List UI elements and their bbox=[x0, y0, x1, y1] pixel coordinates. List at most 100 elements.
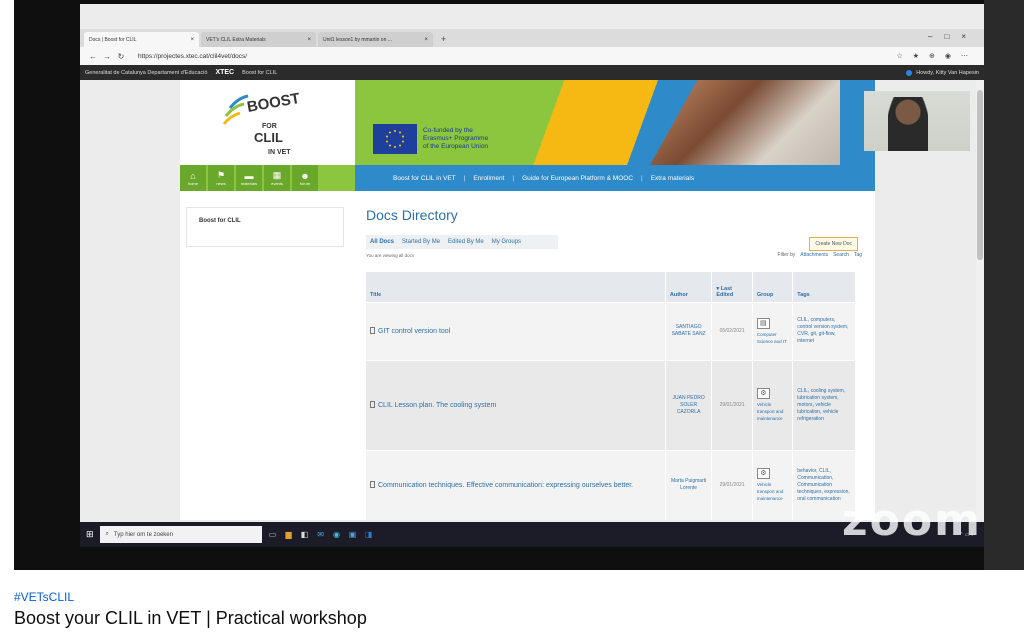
gencat-logo[interactable]: Generalitat de Catalunya Departament d'E… bbox=[85, 70, 207, 76]
col-title[interactable]: Title bbox=[366, 272, 666, 302]
nav-forum[interactable]: ☻ forum bbox=[292, 165, 318, 191]
video-player[interactable]: Docs | Boost for CLIL × VET's CLIL Extra … bbox=[14, 0, 1024, 570]
group-avatar-icon: ▤ bbox=[756, 317, 770, 329]
scrollbar-thumb[interactable] bbox=[977, 90, 983, 260]
doc-title[interactable]: Communication techniques. Effective comm… bbox=[378, 482, 633, 489]
browser-tab-unit[interactable]: Unit1 lesson1 by mmartin on ... × bbox=[318, 32, 433, 47]
sidebar-title: Boost for CLIL bbox=[199, 218, 241, 224]
doc-group-cell[interactable]: ⚙ Vehicle transport and maintenance bbox=[752, 359, 794, 450]
doc-title[interactable]: CLIL Lesson plan. The cooling system bbox=[378, 402, 496, 409]
logo-boost: BOOST bbox=[246, 90, 301, 116]
logo-invet: IN VET bbox=[268, 149, 291, 156]
nav-link-guide[interactable]: Guide for European Platform & MOOC bbox=[522, 175, 633, 182]
create-new-doc-button[interactable]: Create New Doc bbox=[809, 237, 858, 251]
close-icon[interactable]: × bbox=[190, 37, 194, 43]
nav-news[interactable]: ⚑ news bbox=[208, 165, 234, 191]
nav-link-boost[interactable]: Boost for CLIL in VET bbox=[393, 175, 456, 182]
doc-author[interactable]: Marta Puigmarti Lorente bbox=[665, 449, 713, 520]
outlook-icon[interactable]: ◨ bbox=[364, 530, 374, 540]
icon-nav: ⌂ home ⚑ news ▬ materials ▦ events ☻ forum bbox=[180, 165, 355, 191]
edge-icon[interactable]: ◉ bbox=[332, 530, 342, 540]
tab-started-by-me[interactable]: Started By Me bbox=[402, 239, 440, 245]
filter-tag[interactable]: Tag bbox=[854, 252, 862, 258]
home-icon: ⌂ bbox=[190, 170, 196, 181]
menu-bar: ⌂ home ⚑ news ▬ materials ▦ events ☻ forum Bo… bbox=[180, 165, 875, 191]
window-controls[interactable]: –□× bbox=[928, 32, 978, 41]
file-explorer-icon[interactable]: ▆ bbox=[284, 530, 294, 540]
nav-link-enrollment[interactable]: Enrollment bbox=[473, 175, 504, 182]
page-scrollbar[interactable] bbox=[976, 80, 984, 520]
browser-tab-extra[interactable]: VET's CLIL Extra Materials × bbox=[201, 32, 316, 47]
close-icon[interactable]: × bbox=[307, 37, 311, 43]
doc-group[interactable]: Vehicle transport and maintenance bbox=[757, 482, 784, 501]
filter-attachments[interactable]: Attachments bbox=[800, 252, 828, 258]
filter-search[interactable]: Search bbox=[833, 252, 849, 258]
boost-clil-logo[interactable]: BOOST FOR CLIL IN VET bbox=[208, 88, 318, 163]
xtec-logo[interactable]: XTEC bbox=[215, 69, 234, 76]
new-tab-button[interactable]: + bbox=[435, 32, 452, 47]
forum-icon: ☻ bbox=[300, 170, 310, 181]
reload-icon[interactable]: ↻ bbox=[114, 52, 128, 61]
nav-home[interactable]: ⌂ home bbox=[180, 165, 206, 191]
news-icon: ⚑ bbox=[216, 170, 226, 180]
doc-title[interactable]: GIT control version tool bbox=[378, 328, 450, 335]
doc-author[interactable]: SANTIAGO SABATE SANZ bbox=[665, 301, 713, 360]
sidebar-widget: Boost for CLIL bbox=[186, 207, 344, 247]
col-group[interactable]: Group bbox=[752, 272, 794, 302]
nav-label: home bbox=[187, 180, 198, 186]
group-avatar-icon: ⚙ bbox=[756, 388, 770, 399]
document-icon bbox=[370, 401, 375, 408]
eu-flag-icon bbox=[373, 124, 417, 154]
user-menu[interactable]: Howdy, Kitty Van Hapesin bbox=[906, 69, 979, 76]
doc-title-cell[interactable]: CLIL Lesson plan. The cooling system bbox=[366, 359, 666, 450]
doc-title-cell[interactable]: Communication techniques. Effective comm… bbox=[366, 449, 666, 520]
nav-events[interactable]: ▦ events bbox=[264, 165, 290, 191]
back-icon[interactable]: ← bbox=[86, 52, 100, 61]
howdy-text: Howdy, Kitty Van Hapesin bbox=[916, 69, 979, 76]
nav-label: events bbox=[271, 181, 283, 186]
document-icon bbox=[370, 327, 375, 334]
taskbar-search[interactable]: ⌕ Typ hier om te zoeken bbox=[99, 526, 262, 543]
search-placeholder: Typ hier om te zoeken bbox=[113, 531, 173, 538]
doc-group[interactable]: Computer Science and IT bbox=[757, 332, 787, 344]
docs-subnav: All Docs Started By Me Edited By Me My G… bbox=[366, 235, 558, 249]
tab-my-groups[interactable]: My Groups bbox=[492, 239, 521, 245]
tab-label: Docs | Boost for CLIL bbox=[89, 36, 137, 43]
calendar-icon[interactable]: ▣ bbox=[348, 530, 358, 540]
tab-all-docs[interactable]: All Docs bbox=[370, 239, 394, 245]
doc-group-cell[interactable]: ▤ Computer Science and IT bbox=[752, 301, 794, 360]
logo-for: FOR bbox=[262, 123, 277, 130]
hashtag-link[interactable]: #VETsCLIL bbox=[14, 590, 367, 604]
doc-date: 29/01/2021 bbox=[711, 449, 753, 520]
video-title: Boost your CLIL in VET | Practical works… bbox=[14, 608, 367, 628]
nav-link-extra[interactable]: Extra materials bbox=[651, 175, 694, 182]
col-tags[interactable]: Tags bbox=[792, 272, 856, 302]
eu-line: Co-funded by the bbox=[423, 127, 473, 134]
browser-tabbar: Docs | Boost for CLIL × VET's CLIL Extra … bbox=[80, 29, 984, 47]
doc-author[interactable]: JUAN PEDRO SOLER CAZORLA bbox=[665, 359, 713, 450]
address-bar: ← → ↻ https://projectes.xtec.cat/clil4ve… bbox=[80, 47, 984, 65]
doc-group[interactable]: Vehicle transport and maintenance bbox=[757, 402, 784, 421]
nav-materials[interactable]: ▬ materials bbox=[236, 165, 262, 191]
browser-tools-icons[interactable]: ☆★⊕◉⋯ bbox=[896, 52, 978, 60]
store-icon[interactable]: ◧ bbox=[300, 530, 310, 540]
banner-right: Co-funded by the Erasmus+ Programme of t… bbox=[355, 80, 875, 165]
mail-icon[interactable]: ✉ bbox=[316, 530, 326, 540]
doc-group-cell[interactable]: ⚙ Vehicle transport and maintenance bbox=[752, 449, 794, 520]
url-field[interactable]: https://projectes.xtec.cat/clil4vet/docs… bbox=[138, 53, 247, 60]
col-author[interactable]: Author bbox=[665, 272, 713, 302]
close-icon[interactable]: × bbox=[424, 37, 428, 43]
forward-icon[interactable]: → bbox=[100, 52, 114, 61]
col-last-edited[interactable]: ▾ Last Edited bbox=[711, 272, 753, 302]
doc-tags[interactable]: CLIL, computers, control version system,… bbox=[792, 301, 856, 360]
windows-start-icon[interactable]: ⊞ bbox=[86, 529, 94, 540]
doc-title-cell[interactable]: GIT control version tool bbox=[366, 301, 666, 360]
browser-tab-docs[interactable]: Docs | Boost for CLIL × bbox=[84, 32, 199, 47]
tab-edited-by-me[interactable]: Edited By Me bbox=[448, 239, 484, 245]
task-view-icon[interactable]: ▭ bbox=[268, 530, 278, 540]
doc-tags[interactable]: CLIL, cooling system, lubrication system… bbox=[792, 359, 856, 450]
site-link[interactable]: Boost for CLIL bbox=[242, 70, 277, 76]
eu-funding: Co-funded by the Erasmus+ Programme of t… bbox=[373, 124, 488, 154]
shared-screen: Docs | Boost for CLIL × VET's CLIL Extra … bbox=[80, 4, 984, 547]
nav-separator: | bbox=[463, 174, 466, 182]
